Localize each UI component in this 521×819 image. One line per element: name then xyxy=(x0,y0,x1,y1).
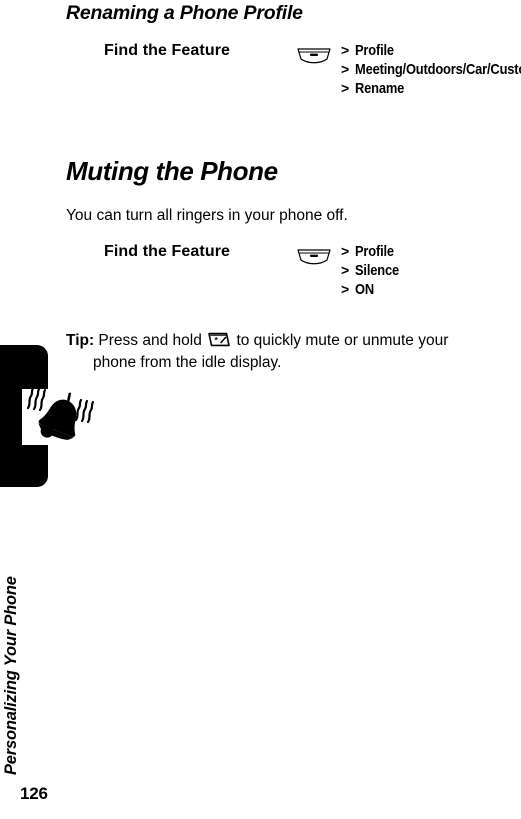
step-label: Rename xyxy=(355,80,405,97)
menu-step: > Silence xyxy=(341,261,521,280)
section-heading-renaming-a-phone-profile: Renaming a Phone Profile xyxy=(66,2,303,24)
step-separator: > xyxy=(341,80,349,96)
step-label: ON xyxy=(355,281,375,298)
step-label: Profile xyxy=(355,243,394,260)
page-number: 126 xyxy=(20,784,48,803)
tip-text-before-icon: Press and hold xyxy=(94,332,207,349)
menu-step: > Meeting/Outdoors/Car/Customized/Office xyxy=(341,60,521,79)
section-intro-text: You can turn all ringers in your phone o… xyxy=(66,207,348,224)
chapter-title-text: Personalizing Your Phone xyxy=(2,576,20,775)
tip-paragraph: Tip: Press and hold * to quickly mute or… xyxy=(66,330,521,374)
tip-text-after-icon: to quickly mute or unmute your xyxy=(232,332,449,349)
menu-soft-key-icon xyxy=(296,46,332,66)
step-separator: > xyxy=(341,61,349,77)
step-label: Meeting/Outdoors/Car/Customized/Office xyxy=(355,61,521,78)
star-key-icon: * xyxy=(208,332,230,347)
find-the-feature-label: Find the Feature xyxy=(104,243,231,260)
step-separator: > xyxy=(341,262,349,278)
menu-soft-key-icon xyxy=(296,247,332,267)
page-content: Renaming a Phone Profile Find the Featur… xyxy=(66,0,521,819)
step-label: Silence xyxy=(355,262,399,279)
step-label: Profile xyxy=(355,42,394,59)
menu-step: > Profile xyxy=(341,242,521,261)
menu-step: > Profile xyxy=(341,41,521,60)
step-separator: > xyxy=(341,243,349,259)
find-the-feature-steps-2: > Profile > Silence > ON xyxy=(341,242,521,299)
step-separator: > xyxy=(341,281,349,297)
step-separator: > xyxy=(341,42,349,58)
menu-step: > Rename xyxy=(341,79,521,98)
find-the-feature-steps-1: > Profile > Meeting/Outdoors/Car/Customi… xyxy=(341,41,521,98)
menu-step: > ON xyxy=(341,280,521,299)
tip-label: Tip: xyxy=(66,332,95,349)
chapter-title: Personalizing Your Phone xyxy=(2,525,50,775)
section-heading-muting-the-phone: Muting the Phone xyxy=(66,156,278,186)
find-the-feature-label: Find the Feature xyxy=(104,42,231,59)
tip-text-line2: phone from the idle display. xyxy=(93,354,282,371)
